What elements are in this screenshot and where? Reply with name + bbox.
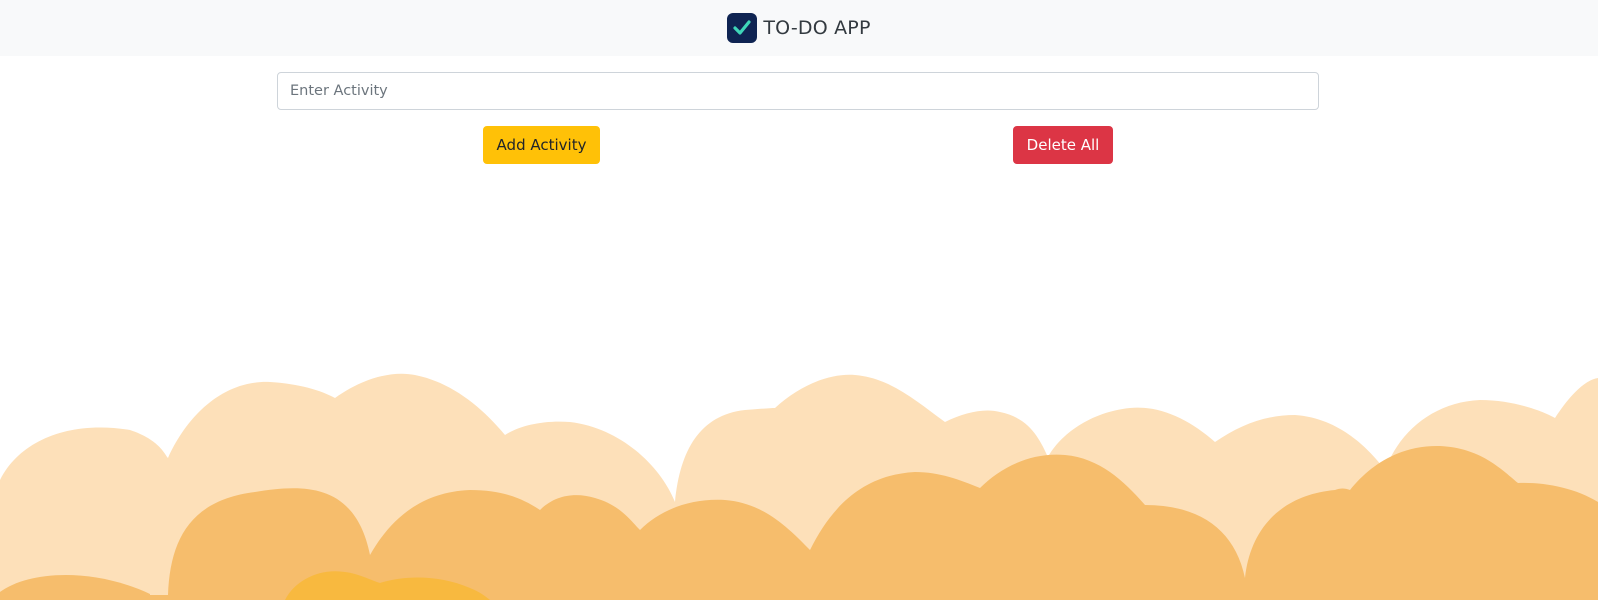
check-icon: [727, 13, 758, 43]
delete-all-button[interactable]: Delete All: [1013, 126, 1113, 164]
brand[interactable]: TO-DO APP: [727, 13, 870, 43]
activity-input[interactable]: [277, 72, 1319, 110]
cloud-background: [0, 373, 1598, 600]
navbar: TO-DO APP: [0, 0, 1598, 56]
app-title: TO-DO APP: [763, 17, 871, 39]
add-activity-button[interactable]: Add Activity: [483, 126, 600, 164]
